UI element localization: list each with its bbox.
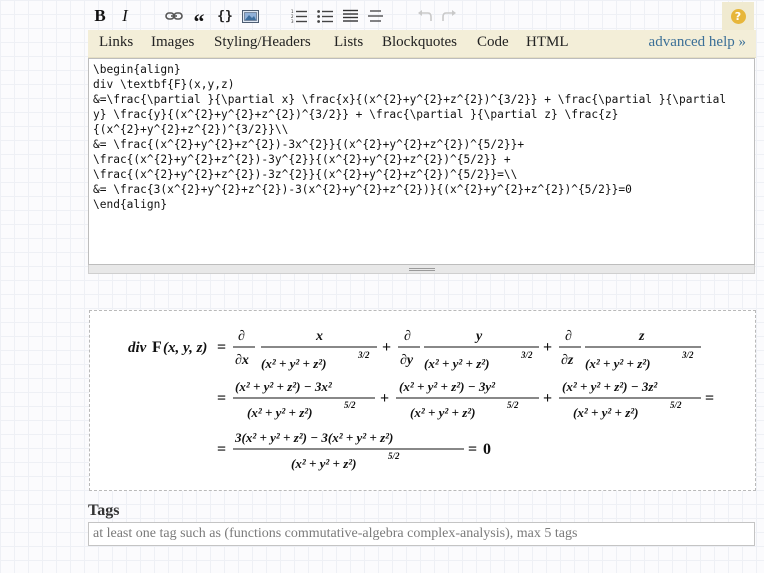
exponent: 3/2 xyxy=(681,350,694,360)
editor-line: y} \frac{y}{(x^{2}+y^{2}+z^{2})^{3/2}} +… xyxy=(93,108,619,121)
numerator: (x² + y² + z²) − 3y² xyxy=(399,379,496,394)
code-icon[interactable]: {} xyxy=(215,5,235,27)
equals-sign: = xyxy=(217,339,226,356)
math-preview: div F (x, y, z) = ∂ ∂x x (x² + y² + z²) … xyxy=(89,310,756,491)
lhs-args: (x, y, z) xyxy=(163,340,207,356)
numerator: (x² + y² + z²) − 3x² xyxy=(235,379,333,394)
numerator: 3(x² + y² + z²) − 3(x² + y² + z²) xyxy=(234,430,393,445)
partial-dy: ∂y xyxy=(400,353,414,368)
ordered-list-icon[interactable]: 123 xyxy=(290,5,308,27)
exponent: 3/2 xyxy=(357,350,370,360)
exponent: 5/2 xyxy=(344,400,356,410)
tab-html[interactable]: HTML xyxy=(526,34,569,51)
editor-line: {(x^{2}+y^{2}+z^{2})^{3/2}}\\ xyxy=(93,123,289,136)
exponent: 5/2 xyxy=(670,400,682,410)
editor-resize-handle[interactable] xyxy=(88,265,755,274)
math-render: div F (x, y, z) = ∂ ∂x x (x² + y² + z²) … xyxy=(128,329,714,471)
tags-label: Tags xyxy=(88,502,120,519)
advanced-help-link[interactable]: advanced help » xyxy=(649,34,746,51)
plus-sign: + xyxy=(543,390,552,407)
plus-sign: + xyxy=(543,339,552,356)
tags-input[interactable] xyxy=(88,522,755,546)
editor-line: &= \frac{(x^{2}+y^{2}+z^{2})-3x^{2}}{(x^… xyxy=(93,138,525,151)
equals-sign: = xyxy=(705,390,714,407)
denominator: (x² + y² + z²) xyxy=(424,356,490,371)
bold-icon[interactable]: B xyxy=(92,5,108,27)
partial-numerator: ∂ xyxy=(238,329,245,344)
undo-icon[interactable] xyxy=(416,5,434,27)
tab-code[interactable]: Code xyxy=(477,34,509,51)
link-icon[interactable] xyxy=(164,5,184,27)
tab-styling-headers[interactable]: Styling/Headers xyxy=(214,34,311,51)
editor-line: &= \frac{3(x^{2}+y^{2}+z^{2})-3(x^{2}+y^… xyxy=(93,183,632,196)
partial-dz: ∂z xyxy=(561,353,574,368)
zero-result: 0 xyxy=(483,441,491,458)
help-icon[interactable]: ? xyxy=(722,2,754,30)
tab-lists[interactable]: Lists xyxy=(334,34,363,51)
grip-line xyxy=(409,268,435,269)
editor-line: &=\frac{\partial }{\partial x} \frac{x}{… xyxy=(93,93,727,106)
help-tabs-bar: Links Images Styling/Headers Lists Block… xyxy=(88,30,756,58)
numerator-z: z xyxy=(638,329,645,344)
numerator: (x² + y² + z²) − 3z² xyxy=(562,379,658,394)
numerator-y: y xyxy=(474,329,483,344)
plus-sign: + xyxy=(382,339,391,356)
denominator: (x² + y² + z²) xyxy=(573,405,639,420)
equals-sign: = xyxy=(217,390,226,407)
editor-line: \begin{align} xyxy=(93,63,181,76)
horizontal-rule-icon[interactable] xyxy=(366,5,384,27)
plus-sign: + xyxy=(380,390,389,407)
div-text: div xyxy=(128,340,147,356)
denominator: (x² + y² + z²) xyxy=(410,405,476,420)
equals-sign: = xyxy=(468,441,477,458)
denominator: (x² + y² + z²) xyxy=(247,405,313,420)
blockquote-icon[interactable]: “ xyxy=(190,5,208,33)
numerator-x: x xyxy=(315,329,323,344)
redo-icon[interactable] xyxy=(440,5,458,27)
denominator: (x² + y² + z²) xyxy=(261,356,327,371)
markdown-editor[interactable]: \begin{align} div \textbf{F}(x,y,z) &=\f… xyxy=(88,58,755,265)
heading-icon[interactable] xyxy=(341,5,359,27)
partial-numerator: ∂ xyxy=(404,329,411,344)
editor-toolbar: B I “ {} 123 ? xyxy=(88,2,756,33)
exponent: 5/2 xyxy=(507,400,519,410)
svg-text:3: 3 xyxy=(291,19,294,23)
unordered-list-icon[interactable] xyxy=(316,5,334,27)
grip-line xyxy=(409,270,435,271)
denominator: (x² + y² + z²) xyxy=(585,356,651,371)
editor-line: \frac{(x^{2}+y^{2}+z^{2})-3z^{2}}{(x^{2}… xyxy=(93,168,518,181)
equals-sign: = xyxy=(217,441,226,458)
denominator: (x² + y² + z²) xyxy=(291,456,357,471)
image-icon[interactable] xyxy=(241,5,259,27)
tab-blockquotes[interactable]: Blockquotes xyxy=(382,34,457,51)
tab-images[interactable]: Images xyxy=(151,34,194,51)
help-circle: ? xyxy=(730,8,746,24)
vector-f: F xyxy=(152,339,162,356)
tab-links[interactable]: Links xyxy=(99,34,133,51)
partial-dx: ∂x xyxy=(235,353,249,368)
italic-icon[interactable]: I xyxy=(118,5,132,27)
editor-line: div \textbf{F}(x,y,z) xyxy=(93,78,235,91)
editor-line: \end{align} xyxy=(93,198,168,211)
exponent: 3/2 xyxy=(520,350,533,360)
editor-line: \frac{(x^{2}+y^{2}+z^{2})-3y^{2}}{(x^{2}… xyxy=(93,153,511,166)
exponent: 5/2 xyxy=(388,451,400,461)
partial-numerator: ∂ xyxy=(565,329,572,344)
